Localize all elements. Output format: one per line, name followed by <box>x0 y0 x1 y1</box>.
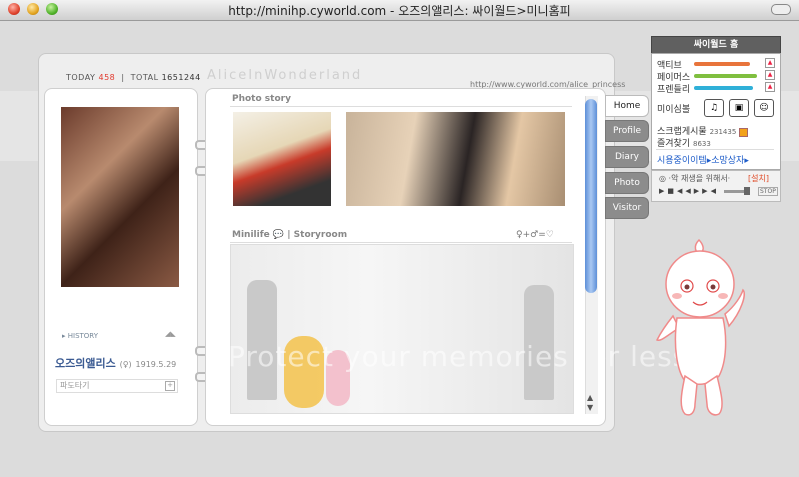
tab-visitor[interactable]: Visitor <box>605 197 649 219</box>
minimi-label: 미이심볼 <box>657 105 691 115</box>
minilife-heading: Minilife 💬 | Storyroom <box>232 230 348 240</box>
stop-icon[interactable]: ■ <box>667 187 677 195</box>
mood-formula: ♀+♂=♡ <box>516 230 554 240</box>
favorites-count[interactable]: 즐겨찾기 8633 <box>657 136 711 149</box>
photo-story-image-1[interactable] <box>233 112 331 206</box>
minimi-icon[interactable]: ☺ <box>754 99 774 117</box>
prev-icon[interactable]: ◀◀ <box>677 187 694 195</box>
photo-story-heading: Photo story <box>232 94 291 104</box>
player-controls: ▶■◀◀▶▶◀ <box>659 187 719 195</box>
volume-icon: ◀ <box>710 187 719 195</box>
total-value: 1651244 <box>161 73 201 82</box>
music-note-icon[interactable]: ♫ <box>704 99 724 117</box>
wave-plus-icon[interactable]: + <box>165 381 175 391</box>
photo-story-image-2[interactable] <box>346 112 565 206</box>
tab-photo[interactable]: Photo <box>605 172 649 194</box>
window-title: http://minihp.cyworld.com - 오즈의앨리스: 싸이월드… <box>228 4 571 18</box>
stat-bar-friendly <box>694 86 753 90</box>
player-status-icon: ◎ <box>659 174 666 183</box>
owner-name: 오즈의앨리스 (♀) 1919.5.29 <box>55 355 176 371</box>
tab-home[interactable]: Home <box>605 95 649 117</box>
wave-label: 파도타기 <box>60 381 90 390</box>
radio-icon[interactable]: ▣ <box>729 99 749 117</box>
today-label: TODAY <box>66 73 96 82</box>
owner-gender: (♀) <box>119 360 132 369</box>
miniroom-scene[interactable] <box>230 244 574 414</box>
history-label: HISTORY <box>67 332 98 340</box>
panel-links: 시용중이이템▸소망상자▸ <box>657 156 749 166</box>
divider <box>230 106 572 107</box>
stat-up-icon[interactable]: ▲ <box>765 70 775 80</box>
cyworld-home-header[interactable]: 싸이월드 홈 <box>651 36 781 54</box>
stat-bar-famous <box>694 74 757 78</box>
stat-label-friendly: 프렌들리 <box>657 85 691 95</box>
storyroom-label: Storyroom <box>293 230 348 240</box>
tab-diary[interactable]: Diary <box>605 146 649 168</box>
wishbox-link[interactable]: 소망상자 <box>711 156 744 166</box>
visitor-counter: TODAY 458 | TOTAL 1651244 <box>66 73 201 82</box>
player-message-text: ·악 재생을 위해서· <box>668 174 731 183</box>
today-value: 458 <box>98 73 116 82</box>
kewpie-doll-decoration <box>655 238 745 416</box>
toolbar-toggle-icon[interactable] <box>771 4 791 15</box>
scrollbar-thumb[interactable] <box>585 99 597 293</box>
minilife-bubble-icon: 💬 <box>272 230 285 240</box>
scroll-down-icon[interactable]: ▼ <box>587 403 593 412</box>
player-stop-button[interactable]: STOP <box>758 187 778 196</box>
divider <box>230 242 572 243</box>
owner-birth: 1919.5.29 <box>135 360 177 369</box>
stat-bar-active <box>694 62 750 66</box>
divider <box>656 149 774 150</box>
history-link[interactable]: ▸ HISTORY <box>62 332 98 340</box>
player-message: ◎ ·악 재생을 위해서· <box>659 173 730 184</box>
scrap-value: 231435 <box>709 128 737 136</box>
total-label: TOTAL <box>130 73 159 82</box>
stat-up-icon[interactable]: ▲ <box>765 82 775 92</box>
watermark-text: Protect your memories for less! <box>228 340 701 373</box>
history-arrows-icon[interactable]: ◢◣ <box>165 330 176 338</box>
items-link[interactable]: 시용중이이템 <box>657 156 707 166</box>
stat-up-icon[interactable]: ▲ <box>765 58 775 68</box>
homepage-script-title: AliceInWonderland <box>207 68 363 83</box>
minilife-label: Minilife <box>232 230 270 240</box>
new-badge-icon <box>739 128 748 137</box>
player-install-link[interactable]: [설치] <box>748 173 769 184</box>
fav-label: 즐겨찾기 <box>657 139 691 149</box>
next-icon[interactable]: ▶▶ <box>694 187 711 195</box>
wave-select[interactable]: 파도타기 + <box>56 379 178 393</box>
scroll-up-icon[interactable]: ▲ <box>587 393 593 402</box>
profile-photo <box>61 107 179 287</box>
fav-value: 8633 <box>693 140 711 148</box>
owner-name-text: 오즈의앨리스 <box>55 357 116 370</box>
tab-profile[interactable]: Profile <box>605 120 649 142</box>
title-bar: http://minihp.cyworld.com - 오즈의앨리스: 싸이월드… <box>0 0 799 21</box>
volume-knob[interactable] <box>744 187 750 195</box>
